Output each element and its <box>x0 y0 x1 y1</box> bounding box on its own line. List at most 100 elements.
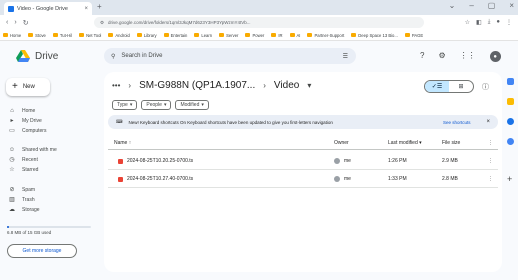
close-icon[interactable]: × <box>486 119 490 125</box>
row-more-icon[interactable]: ⋮ <box>488 176 493 182</box>
bookmark-item[interactable]: Library <box>136 33 157 38</box>
search-options-icon[interactable]: ☰ <box>343 53 348 60</box>
search-icon[interactable]: ⚲ <box>111 53 115 60</box>
video-file-icon <box>118 176 123 182</box>
bookmark-item[interactable]: PAGE <box>404 33 423 38</box>
bookmark-item[interactable]: Home <box>3 33 21 38</box>
minimize-icon[interactable]: – <box>469 1 473 10</box>
recent-icon: ◷ <box>9 157 15 163</box>
contacts-icon[interactable] <box>507 138 514 145</box>
sidebar-item-recent[interactable]: ◷ Recent <box>0 155 104 164</box>
modified-cell: 1:33 PM <box>388 176 407 182</box>
site-info-icon[interactable]: ⚙ <box>100 20 104 26</box>
extensions-icon[interactable]: ◧ <box>476 19 482 26</box>
storage-fill <box>7 226 9 228</box>
avatar[interactable]: ● <box>489 51 501 62</box>
close-window-icon[interactable]: × <box>509 1 514 10</box>
browser-nav: ‹ › ↻ <box>6 19 46 27</box>
sidebar-item-computers[interactable]: ▭ Computers <box>0 126 104 135</box>
maximize-icon[interactable]: ▢ <box>488 1 496 10</box>
bookmark-item[interactable]: Server <box>219 33 238 38</box>
settings-gear-icon[interactable]: ⚙ <box>438 51 445 62</box>
browser-tab[interactable]: Video - Google Drive × <box>4 2 92 15</box>
calendar-icon[interactable] <box>507 78 514 85</box>
type-filter[interactable]: Type ▾ <box>112 100 138 110</box>
sidebar-item-home[interactable]: ⌂ Home <box>0 106 104 115</box>
folder-icon <box>79 33 85 37</box>
storage-text: 6.8 MB of 15 GB used <box>7 230 52 235</box>
download-icon[interactable]: ⤓ <box>488 19 491 26</box>
chevron-down-icon[interactable]: ▾ <box>307 81 311 90</box>
new-tab-icon[interactable]: + <box>97 2 102 11</box>
sidebar-item-starred[interactable]: ☆ Starred <box>0 165 104 174</box>
bookmark-item[interactable]: Android <box>108 33 130 38</box>
owner-avatar-icon <box>334 158 340 164</box>
star-icon: ☆ <box>9 167 15 173</box>
add-addon-icon[interactable]: + <box>507 174 512 184</box>
modified-cell: 1:26 PM <box>388 158 407 164</box>
row-more-icon[interactable]: ⋮ <box>488 158 493 164</box>
bookmark-item[interactable]: Deep Space 13 Bio... <box>351 33 398 38</box>
last-modified-column-header[interactable]: Last modified ▾ <box>388 140 422 146</box>
new-button[interactable]: + New <box>6 78 50 96</box>
computers-icon: ▭ <box>9 128 15 134</box>
more-actions-icon[interactable]: ⋮ <box>488 140 493 146</box>
sidebar-item-trash[interactable]: ▥ Trash <box>0 195 104 204</box>
keyboard-icon: ⌨ <box>116 119 123 124</box>
bookmark-item[interactable]: Entertain <box>163 33 187 38</box>
owner-column-header[interactable]: Owner <box>334 140 349 146</box>
tasks-icon[interactable] <box>507 118 514 125</box>
name-column-header[interactable]: Name ↑ <box>114 140 131 146</box>
bookmark-item[interactable]: Net Tool <box>79 33 101 38</box>
people-filter[interactable]: People ▾ <box>141 100 172 110</box>
see-shortcuts-link[interactable]: See shortcuts <box>443 120 471 125</box>
profile-icon[interactable]: ● <box>496 19 500 26</box>
breadcrumb-overflow[interactable]: ••• <box>112 81 120 90</box>
chevron-down-icon[interactable]: ⌄ <box>449 1 456 10</box>
drive-favicon-icon <box>8 5 14 12</box>
list-view-icon[interactable]: ✓☰ <box>425 81 449 92</box>
bookmark-item[interactable]: AI <box>289 33 300 38</box>
url-input[interactable]: ⚙ drive.google.com/drive/folders/1qml3Jk… <box>94 17 424 28</box>
menu-icon[interactable]: ⋮ <box>506 19 512 26</box>
breadcrumb: ••• › SM-G988N (QP1A.1907... › Video ▾ <box>112 80 311 91</box>
folder-icon <box>351 33 357 37</box>
file-size-column-header[interactable]: File size <box>442 140 460 146</box>
keep-icon[interactable] <box>507 98 514 105</box>
filter-chips: Type ▾ People ▾ Modified ▾ <box>112 100 209 110</box>
get-more-storage-button[interactable]: Get more storage <box>7 244 77 258</box>
table-row[interactable]: 2024-08-25T10.27.40-0700.ts me 1:33 PM 2… <box>108 170 498 188</box>
sidebar-item-spam[interactable]: ⊘ Spam <box>0 185 104 194</box>
reload-icon[interactable]: ↻ <box>23 19 29 27</box>
bookmark-item[interactable]: Power <box>245 33 264 38</box>
bookmark-item[interactable]: IR <box>271 33 283 38</box>
breadcrumb-device[interactable]: SM-G988N (QP1A.1907... <box>139 80 255 91</box>
info-icon[interactable]: ⓘ <box>482 82 489 92</box>
close-tab-icon[interactable]: × <box>84 6 88 12</box>
chevron-right-icon: › <box>128 81 132 90</box>
breadcrumb-folder[interactable]: Video <box>274 80 299 91</box>
folder-icon <box>307 33 313 37</box>
back-icon[interactable]: ‹ <box>6 19 8 27</box>
bookmark-item[interactable]: Learn <box>194 33 212 38</box>
search-input[interactable]: ⚲ Search in Drive ☰ <box>104 48 356 64</box>
bookmark-item[interactable]: Partner-Support <box>307 33 344 38</box>
sidebar-item-shared[interactable]: ☺ Shared with me <box>0 145 104 154</box>
sidebar-item-my-drive[interactable]: ▸ My Drive <box>0 116 104 125</box>
spam-icon: ⊘ <box>9 187 15 193</box>
top-right-icons: ? ⚙ ⋮⋮ ● <box>420 51 501 62</box>
app-name: Drive <box>35 50 59 62</box>
help-icon[interactable]: ? <box>420 51 424 62</box>
apps-grid-icon[interactable]: ⋮⋮ <box>460 51 476 62</box>
bookmark-item[interactable]: Stove <box>28 33 46 38</box>
table-row[interactable]: 2024-08-25T10.20.25-0700.ts me 1:26 PM 2… <box>108 152 498 170</box>
drive-logo[interactable]: Drive <box>16 50 58 62</box>
modified-filter[interactable]: Modified ▾ <box>175 100 209 110</box>
grid-view-icon[interactable]: ⊞ <box>449 81 473 92</box>
sidebar-item-storage[interactable]: ☁ Storage <box>0 205 104 214</box>
bookmark-star-icon[interactable]: ☆ <box>465 19 470 26</box>
bookmark-item[interactable]: Tut-Hil <box>52 33 72 38</box>
folder-icon <box>108 33 114 37</box>
chevron-down-icon: ▾ <box>163 102 167 108</box>
forward-icon[interactable]: › <box>14 19 16 27</box>
